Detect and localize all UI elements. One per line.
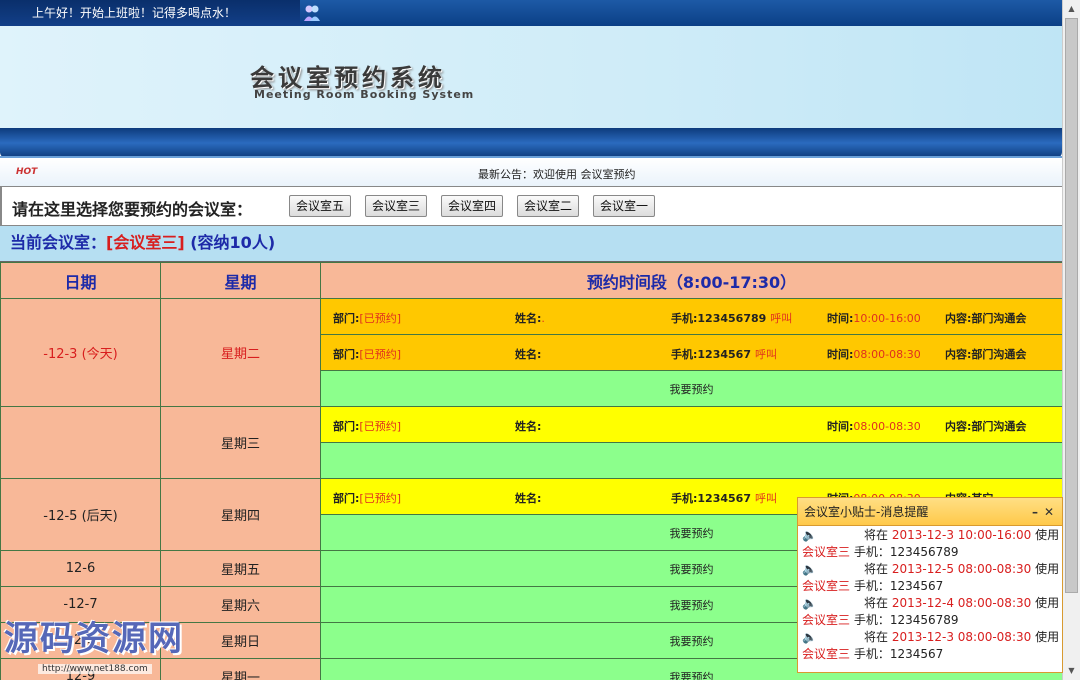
page-subtitle: Meeting Room Booking System (254, 88, 475, 101)
room-button-1[interactable]: 会议室一 (593, 195, 656, 217)
room-select-label: 请在这里选择您要预约的会议室： (12, 200, 253, 219)
date-cell: -12-3 (今天) (0, 298, 161, 407)
speaker-icon: 🔈 (802, 596, 817, 610)
date-cell: 12-6 (0, 550, 161, 587)
reserve-slot[interactable]: 我要预约 (320, 370, 1063, 407)
popup-title: 会议室小贴士-消息提醒 (804, 505, 929, 519)
reminder-message: 🔈 将在 2013-12-3 08:00-08:30 使用 会议室三 手机：123… (802, 630, 1060, 661)
speaker-icon: 🔈 (802, 562, 817, 576)
speaker-icon: 🔈 (802, 528, 817, 542)
table-row: 星期三 部门:[已预约] 姓名: 时间:08:00-08:30 内容:部门沟通会 (0, 406, 1063, 479)
watermark: 源码资源网 http://www.net188.com (4, 611, 208, 679)
close-icon[interactable]: ✕ (1044, 498, 1054, 526)
current-room: 当前会议室：[会议室三] (容纳10人) (0, 226, 1062, 262)
top-bar: 上午好！开始上班啦！记得多喝点水！ (0, 0, 1062, 26)
notice-bar: HOT 最新公告：欢迎使用 会议室预约 (0, 156, 1062, 186)
watermark-url: http://www.net188.com (38, 664, 152, 674)
call-link[interactable]: 呼叫 (770, 312, 792, 325)
watermark-text: 源码资源网 (4, 619, 184, 659)
scroll-down-icon[interactable]: ▼ (1063, 662, 1080, 679)
greeting-text: 上午好！开始上班啦！记得多喝点水！ (0, 0, 300, 26)
booking-slot[interactable]: 部门:[已预约] 姓名:. 手机:123456789 呼叫 时间:10:00-16… (320, 298, 1063, 335)
room-button-2[interactable]: 会议室二 (517, 195, 580, 217)
week-cell: 星期二 (160, 298, 321, 407)
hot-icon: HOT (16, 167, 38, 177)
current-room-name: [会议室三] (106, 233, 185, 252)
call-link[interactable]: 呼叫 (755, 492, 777, 505)
banner-band (0, 128, 1062, 158)
header-date: 日期 (0, 262, 161, 299)
room-button-4[interactable]: 会议室四 (441, 195, 504, 217)
users-icon (304, 5, 320, 21)
notice-text: 最新公告：欢迎使用 会议室预约 (478, 168, 636, 181)
reminder-message: 🔈 将在 2013-12-3 10:00-16:00 使用 会议室三 手机：123… (802, 528, 1060, 559)
reminder-message: 🔈 将在 2013-12-5 08:00-08:30 使用 会议室三 手机：123… (802, 562, 1060, 593)
popup-header: 会议室小贴士-消息提醒 – ✕ (798, 498, 1062, 526)
date-cell: -12-5 (后天) (0, 478, 161, 551)
current-room-capacity: (容纳10人) (190, 233, 276, 252)
week-cell: 星期四 (160, 478, 321, 551)
current-room-prefix: 当前会议室： (10, 233, 107, 252)
room-button-3[interactable]: 会议室三 (365, 195, 428, 217)
speaker-icon: 🔈 (802, 630, 817, 644)
week-cell: 星期五 (160, 550, 321, 587)
scroll-up-icon[interactable]: ▲ (1063, 0, 1080, 17)
table-header-row: 日期 星期 预约时间段（8:00-17:30） (0, 262, 1063, 299)
call-link[interactable]: 呼叫 (755, 348, 777, 361)
table-row: -12-3 (今天) 星期二 部门:[已预约] 姓名:. 手机:12345678… (0, 298, 1063, 407)
reminder-message: 🔈 将在 2013-12-4 08:00-08:30 使用 会议室三 手机：123… (802, 596, 1060, 627)
vertical-scrollbar[interactable]: ▲ ▼ (1062, 0, 1080, 680)
room-select-row: 请在这里选择您要预约的会议室： 会议室五 会议室三 会议室四 会议室二 会议室一 (0, 186, 1062, 226)
week-cell: 星期三 (160, 406, 321, 479)
header-week: 星期 (160, 262, 321, 299)
minimize-icon[interactable]: – (1032, 498, 1038, 526)
date-cell (0, 406, 161, 479)
booking-slot[interactable]: 部门:[已预约] 姓名: 时间:08:00-08:30 内容:部门沟通会 (320, 406, 1063, 443)
room-button-5[interactable]: 会议室五 (289, 195, 352, 217)
booking-slot[interactable]: 部门:[已预约] 姓名: 手机:1234567呼叫 时间:08:00-08:30… (320, 334, 1063, 371)
header-timeslot: 预约时间段（8:00-17:30） (320, 262, 1063, 299)
banner: 会议室预约系统 Meeting Room Booking System (0, 26, 1062, 130)
reminder-popup: 会议室小贴士-消息提醒 – ✕ 🔈 将在 2013-12-3 10:00-16:0… (797, 497, 1063, 673)
scroll-thumb[interactable] (1065, 18, 1078, 593)
reserve-slot[interactable] (320, 442, 1063, 479)
